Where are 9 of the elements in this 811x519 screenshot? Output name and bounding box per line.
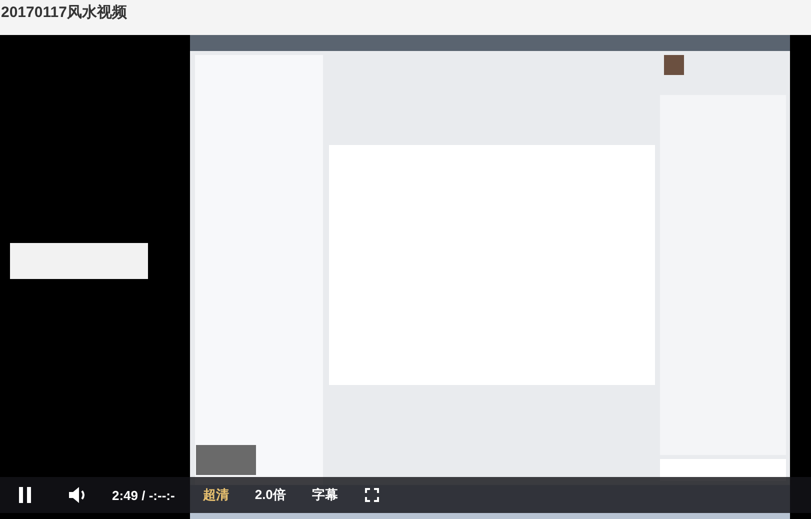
fullscreen-button[interactable] — [364, 487, 380, 503]
quality-button[interactable]: 超清 — [202, 486, 229, 504]
video-title: 20170117风水视频 — [1, 3, 127, 22]
time-display: 2:49 / -:--:- — [112, 488, 175, 502]
fullscreen-icon — [364, 488, 379, 502]
subtitles-button[interactable]: 字幕 — [312, 486, 338, 504]
pause-button[interactable] — [16, 484, 34, 506]
pause-icon — [19, 487, 31, 503]
speed-button[interactable]: 2.0倍 — [254, 486, 286, 504]
